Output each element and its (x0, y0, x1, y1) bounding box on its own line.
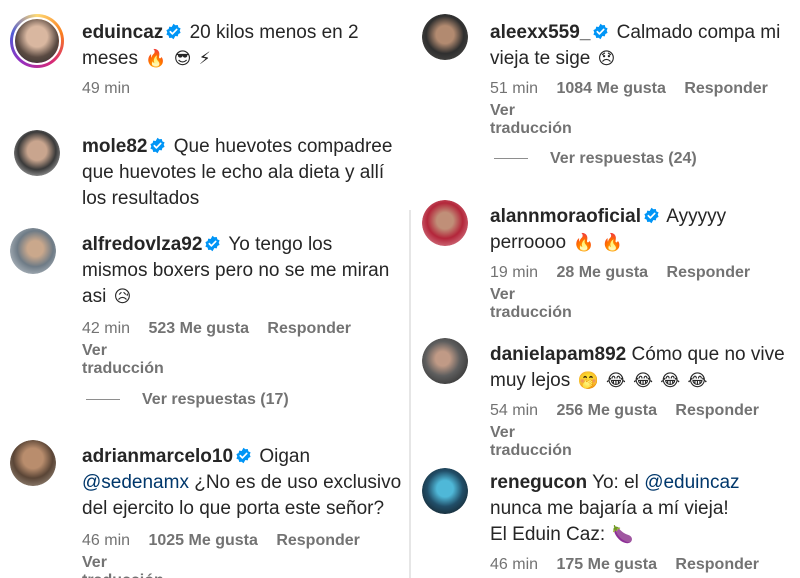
comment-text: Yo: el (592, 472, 639, 493)
verified-badge-icon (149, 137, 166, 154)
comment-body: aleexx559_ Calmado compa mi vieja te sig… (490, 20, 790, 72)
comment-body: alannmoraoficial Ayyyyy perroooo 🔥 🔥 (490, 204, 790, 256)
verified-badge-icon (204, 235, 221, 252)
comment-body: eduincaz 20 kilos menos en 2 meses 🔥 😎 ⚡ (82, 20, 402, 72)
comment-text: Oigan (259, 446, 311, 467)
comment-meta: 42 min 523 Me gusta Responder (82, 320, 365, 338)
comment-text-continued: nunca me bajaría a mí vieja! (490, 498, 729, 519)
comment-meta: 46 min 175 Me gusta Responder (490, 556, 773, 574)
comment-time: 46 min (82, 532, 131, 549)
comment-body: alfredovlza92 Yo tengo los mismos boxers… (82, 232, 402, 310)
comment-body: danielapam892 Cómo que no vive muy lejos… (490, 342, 790, 394)
comment-time: 54 min (490, 402, 539, 419)
replies-divider (86, 399, 120, 401)
comment-time: 51 min (490, 80, 539, 97)
comment-meta: 54 min 256 Me gusta Responder (490, 402, 773, 420)
avatar-alfredovlza92[interactable] (10, 228, 56, 274)
comment-time: 42 min (82, 320, 131, 337)
username-link[interactable]: alfredovlza92 (82, 234, 202, 255)
like-count[interactable]: 523 Me gusta (148, 320, 248, 337)
comment-time: 46 min (490, 556, 539, 573)
mention-link[interactable]: @eduincaz (644, 472, 739, 493)
reply-button[interactable]: Responder (684, 80, 768, 97)
lightning-emoji-icon: ⚡ (198, 49, 211, 68)
like-count[interactable]: 28 Me gusta (556, 264, 648, 281)
avatar-danielapam892[interactable] (422, 338, 468, 384)
reply-button[interactable]: Responder (667, 264, 751, 281)
disappointed-face-emoji-icon: 😞 (597, 49, 616, 68)
comment-time: 49 min (82, 80, 131, 97)
comment-meta: 51 min 1084 Me gusta Responder (490, 80, 782, 98)
see-translation-link[interactable]: Ver traducción (82, 554, 164, 578)
verified-badge-icon (165, 23, 182, 40)
avatar-adrianmarcelo10[interactable] (10, 440, 56, 486)
reply-button[interactable]: Responder (276, 532, 360, 549)
username-link[interactable]: mole82 (82, 136, 147, 157)
comment-body: renegucon Yo: el @eduincaz nunca me baja… (490, 470, 790, 548)
sad-face-emoji-icon: 😥 (113, 287, 132, 306)
avatar-alannmoraoficial[interactable] (422, 200, 468, 246)
avatar-aleexx559[interactable] (422, 14, 468, 60)
username-link[interactable]: danielapam892 (490, 344, 626, 365)
view-replies-label: Ver respuestas (24) (550, 150, 697, 167)
username-link[interactable]: eduincaz (82, 22, 163, 43)
comment-meta: 19 min 28 Me gusta Responder (490, 264, 764, 282)
tears-of-joy-emoji-icon: 😂 (605, 371, 626, 390)
view-replies-label: Ver respuestas (17) (142, 391, 289, 408)
avatar-eduincaz[interactable] (10, 14, 64, 68)
see-translation-link[interactable]: Ver traducción (490, 286, 572, 322)
reply-button[interactable]: Responder (267, 320, 351, 337)
comment-time: 19 min (490, 264, 539, 281)
mention-link[interactable]: @sedenamx (82, 472, 189, 493)
username-link[interactable]: adrianmarcelo10 (82, 446, 233, 467)
left-column: eduincaz 20 kilos menos en 2 meses 🔥 😎 ⚡… (0, 0, 408, 578)
fire-emoji-icon: 🔥 (145, 49, 167, 68)
fire-emoji-icon: 🔥 (573, 233, 595, 252)
view-replies-button[interactable]: Ver respuestas (17) (86, 391, 289, 409)
fire-emoji-icon: 🔥 (601, 233, 623, 252)
cool-face-emoji-icon: 😎 (173, 49, 192, 68)
right-column: aleexx559_ Calmado compa mi vieja te sig… (412, 0, 800, 578)
tears-of-joy-emoji-icon: 😂 (633, 371, 654, 390)
see-translation-link[interactable]: Ver traducción (490, 424, 572, 460)
comment-body: mole82 Que huevotes compadree que huevot… (82, 134, 402, 212)
comment-meta: 49 min (82, 80, 144, 98)
reply-button[interactable]: Responder (675, 556, 759, 573)
like-count[interactable]: 175 Me gusta (556, 556, 656, 573)
column-divider (409, 210, 411, 578)
tears-of-joy-emoji-icon: 😂 (660, 371, 681, 390)
verified-badge-icon (235, 447, 252, 464)
reply-button[interactable]: Responder (675, 402, 759, 419)
avatar-renegucon[interactable] (422, 468, 468, 514)
see-translation-link[interactable]: Ver traducción (82, 342, 164, 378)
like-count[interactable]: 1025 Me gusta (148, 532, 257, 549)
comment-text-line2: El Eduin Caz: (490, 524, 606, 545)
verified-badge-icon (592, 23, 609, 40)
see-translation-link[interactable]: Ver traducción (490, 102, 572, 138)
eggplant-emoji-icon: 🍆 (612, 525, 634, 544)
username-link[interactable]: alannmoraoficial (490, 206, 641, 227)
face-hand-over-mouth-emoji-icon: 🤭 (577, 371, 599, 390)
like-count[interactable]: 1084 Me gusta (556, 80, 665, 97)
comment-body: adrianmarcelo10 Oigan @sedenamx ¿No es d… (82, 444, 402, 522)
avatar-mole82[interactable] (14, 130, 60, 176)
replies-divider (494, 158, 528, 160)
tears-of-joy-emoji-icon: 😂 (687, 371, 708, 390)
username-link[interactable]: renegucon (490, 472, 587, 493)
comment-meta: 46 min 1025 Me gusta Responder (82, 532, 374, 550)
verified-badge-icon (643, 207, 660, 224)
like-count[interactable]: 256 Me gusta (556, 402, 656, 419)
view-replies-button[interactable]: Ver respuestas (24) (494, 150, 697, 168)
username-link[interactable]: aleexx559_ (490, 22, 590, 43)
